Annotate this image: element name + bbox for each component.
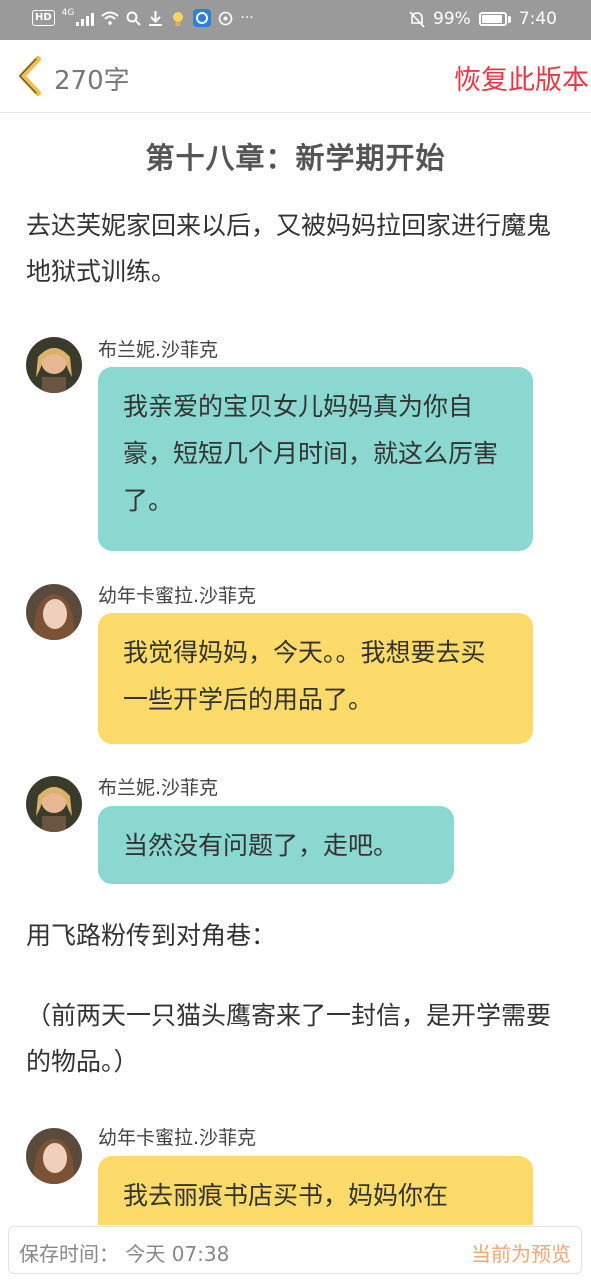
signal-icon: [76, 10, 95, 26]
sender-name: 布兰妮.沙菲克: [98, 777, 219, 799]
search-icon: [126, 11, 142, 26]
top-nav-bar: 270字 恢复此版本: [0, 40, 591, 113]
wifi-icon: [101, 11, 120, 25]
settings-dot-icon: [219, 11, 233, 25]
avatar[interactable]: [26, 776, 82, 832]
back-arrow-icon[interactable]: [14, 54, 48, 98]
app-notification-icon: [193, 9, 212, 27]
message-bubble[interactable]: 我觉得妈妈，今天。。我想要去买一些开学后的用品了。: [98, 613, 533, 744]
message-bubble[interactable]: 我亲爱的宝贝女儿妈妈真为你自豪，短短几个月时间，就这么厉害了。: [98, 367, 533, 551]
restore-version-button[interactable]: 恢复此版本: [454, 58, 589, 97]
chapter-content[interactable]: 第十八章：新学期开始 去达芙妮家回来以后，又被妈妈拉回家进行魔鬼地狱式训练。 布…: [0, 113, 591, 1225]
story-paragraph: 用飞路粉传到对角巷：: [26, 921, 277, 950]
sender-name: 幼年卡蜜拉.沙菲克: [98, 1127, 257, 1149]
preview-indicator: 当前为预览: [471, 1242, 571, 1266]
word-count: 270字: [54, 66, 130, 96]
battery-percent: 99%: [433, 9, 471, 29]
sender-name: 幼年卡蜜拉.沙菲克: [98, 585, 257, 607]
message-bubble[interactable]: 当然没有问题了，走吧。: [98, 806, 454, 884]
status-bar: HD 4G ··· 99% 7:40: [0, 0, 591, 40]
mute-bell-icon: [409, 10, 425, 28]
avatar[interactable]: [26, 1128, 82, 1184]
avatar[interactable]: [26, 337, 82, 393]
story-paragraph: （前两天一只猫头鹰寄来了一封信，是开学需要的物品。）: [26, 1001, 552, 1076]
sender-name: 布兰妮.沙菲克: [98, 339, 219, 361]
network-type-label: 4G: [61, 8, 75, 18]
chapter-title: 第十八章：新学期开始: [145, 141, 446, 175]
avatar[interactable]: [26, 584, 82, 640]
clock: 7:40: [518, 9, 557, 29]
bottom-status-bar: 保存时间： 今天 07:38 当前为预览: [8, 1226, 582, 1274]
more-notifications-icon: ···: [240, 10, 254, 26]
battery-icon: [478, 12, 511, 26]
message-bubble[interactable]: 我去丽痕书店买书，妈妈你在: [98, 1156, 533, 1225]
download-icon: [149, 11, 163, 26]
bulb-icon: [173, 11, 184, 26]
save-time: 保存时间： 今天 07:38: [19, 1242, 230, 1266]
story-paragraph: 去达芙妮家回来以后，又被妈妈拉回家进行魔鬼地狱式训练。: [26, 211, 552, 286]
hd-voice-icon: HD: [32, 10, 55, 26]
